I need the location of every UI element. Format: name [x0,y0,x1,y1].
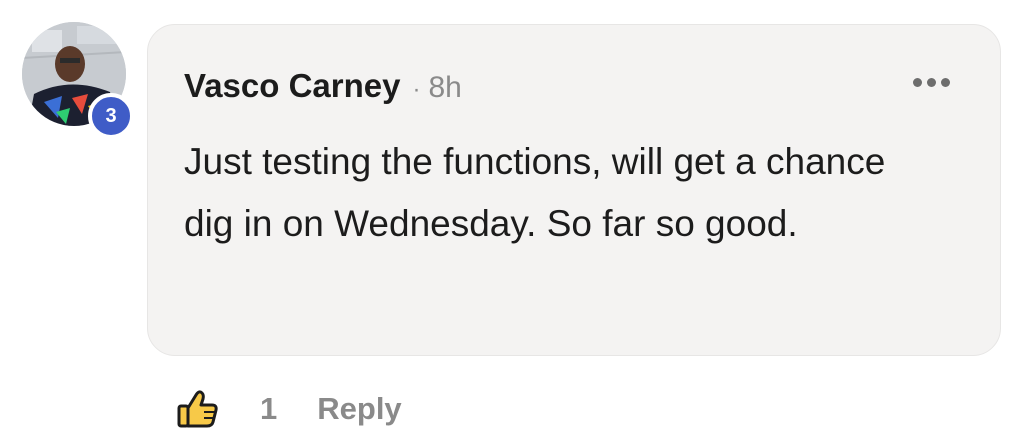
comment-bubble: Vasco Carney · 8h Just testing the funct… [147,24,1001,356]
like-count[interactable]: 1 [260,391,277,427]
more-dot [927,78,936,87]
comment-actions: 1 Reply [176,386,402,432]
more-horizontal-icon[interactable] [913,78,950,87]
comment-text: Just testing the functions, will get a c… [184,141,886,244]
separator-dot: · [412,76,421,103]
reply-button[interactable]: Reply [317,391,401,427]
comment-header: Vasco Carney · 8h [184,67,462,105]
timestamp[interactable]: 8h [428,71,461,105]
more-dot [941,78,950,87]
more-dot [913,78,922,87]
comment-card: 3 Vasco Carney · 8h Just testing the fun… [0,0,1024,445]
thumbs-up-icon[interactable] [176,387,220,431]
notification-badge: 3 [88,93,134,139]
author-name[interactable]: Vasco Carney [184,67,400,105]
badge-count: 3 [105,104,117,127]
